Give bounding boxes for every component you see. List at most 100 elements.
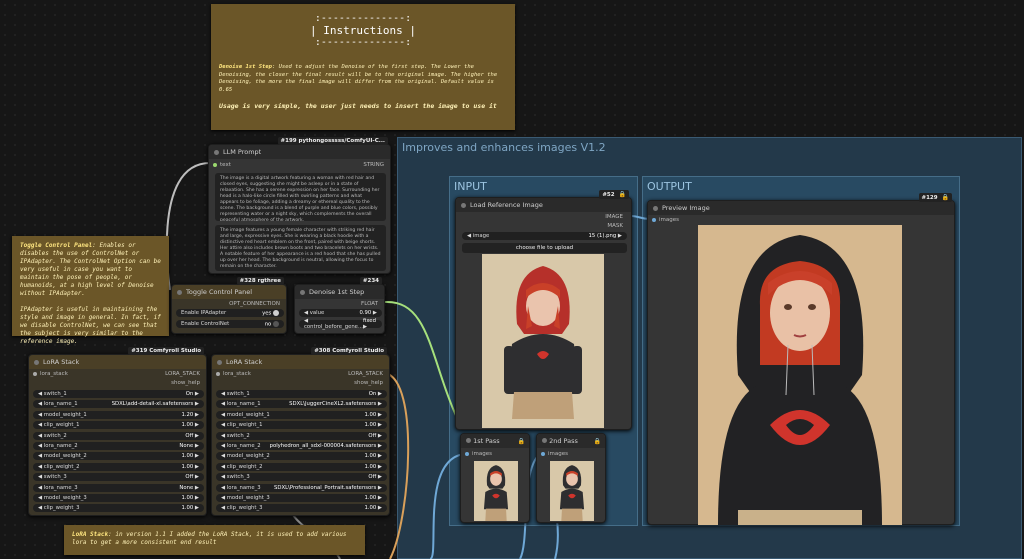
lora-widget-row[interactable]: ◀ switch_3 Off ▶: [33, 473, 204, 482]
toggle-control-note[interactable]: Toggle Control Panel: Enables or disable…: [12, 236, 169, 345]
lora-widget-label: lora_name_3: [43, 484, 78, 491]
lora-widget-label: lora_name_3: [226, 484, 261, 491]
load-output-mask[interactable]: MASK: [607, 223, 623, 229]
lora-widget-row[interactable]: ◀ switch_2 Off ▶: [33, 431, 204, 440]
lora-widget-row[interactable]: ◀ model_weight_1 1.00 ▶: [216, 410, 387, 419]
denoise-output-float[interactable]: FLOAT: [361, 301, 378, 307]
lora1-input[interactable]: lora_stack: [40, 371, 68, 377]
lora-widget-row[interactable]: ◀ lora_name_3 SDXL\Professional_Portrait.…: [216, 483, 387, 492]
lora-widget-label: lora_name_2: [43, 443, 78, 449]
lora-stack-node-1[interactable]: #319 Comfyroll Studio LoRA Stack lora_st…: [28, 347, 207, 516]
toggle-output-opt[interactable]: OPT_CONNECTION: [229, 301, 280, 307]
lora2-help[interactable]: show_help: [354, 380, 383, 386]
collapse-dot-icon[interactable]: [542, 438, 547, 443]
lora-widget-label: switch_3: [226, 474, 250, 481]
lora-widget-label: lora_name_1: [43, 401, 78, 408]
llm-input-text[interactable]: text: [220, 162, 231, 168]
lora-widget-row[interactable]: ◀ lora_name_1 SDXL\add-detail-xl.safetens…: [33, 400, 204, 409]
llm-text-area-1[interactable]: The image is a digital artwork featuring…: [215, 173, 386, 221]
enable-ipadapter-label: Enable IPAdapter: [181, 310, 227, 316]
lora-stack-node-2[interactable]: #308 Comfyroll Studio LoRA Stack lora_st…: [211, 347, 390, 516]
llm-prompt-node[interactable]: #199 pythongosssss/ComfyUI-C... LLM Prom…: [208, 137, 391, 274]
lora-widget-row[interactable]: ◀ clip_weight_3 1.00 ▶: [216, 504, 387, 513]
lora-widget-row[interactable]: ◀ clip_weight_1 1.00 ▶: [33, 421, 204, 430]
lora-stack-note[interactable]: LoRA Stack: in version 1.1 I added the L…: [64, 525, 365, 555]
second-pass-node[interactable]: 2nd Pass 🔒 images: [536, 433, 606, 523]
image-select[interactable]: ◀ image 15 (1).png ▶: [462, 232, 627, 240]
lock-icon[interactable]: 🔒: [594, 438, 601, 445]
load-output-image[interactable]: IMAGE: [605, 214, 623, 220]
denoise-node-title: Denoise 1st Step: [309, 288, 365, 296]
toggle-note-label: Toggle Control Panel: [20, 242, 93, 249]
lora-widget-row[interactable]: ◀ model_weight_1 1.20 ▶: [33, 410, 204, 419]
pass1-input[interactable]: images: [472, 451, 492, 457]
lora-widget-row[interactable]: ◀ switch_3 Off ▶: [216, 473, 387, 482]
collapse-dot-icon[interactable]: [217, 359, 222, 365]
denoise-1st-step-node[interactable]: #234 Denoise 1st Step FLOAT ◀ value 0.90…: [294, 277, 385, 334]
lora-widget-value: 1.00: [181, 453, 194, 460]
collapse-dot-icon[interactable]: [461, 202, 466, 208]
lora1-output[interactable]: LORA_STACK: [165, 371, 200, 377]
llm-output-string[interactable]: STRING: [363, 162, 384, 168]
toggle-note-text2: IPAdapter is useful in maintaining the s…: [20, 306, 161, 345]
load-reference-image-node[interactable]: #52 🔒 Load Reference Image IMAGE MASK ◀ …: [455, 190, 632, 430]
enable-controlnet-toggle[interactable]: Enable ControlNet no: [176, 320, 284, 328]
lora-widget-value: polyhedron_all_sdxl-000004.safetensors: [269, 443, 377, 449]
lora-widget-row[interactable]: ◀ model_weight_3 1.00 ▶: [33, 494, 204, 502]
image-select-label: image: [472, 233, 490, 239]
collapse-dot-icon[interactable]: [466, 438, 471, 443]
lora-widget-row[interactable]: ◀ switch_2 Off ▶: [216, 431, 387, 440]
lora-widget-row[interactable]: ◀ clip_weight_3 1.00 ▶: [33, 504, 204, 513]
collapse-dot-icon[interactable]: [653, 205, 658, 211]
lora-widget-row[interactable]: ◀ switch_1 On ▶: [33, 390, 204, 398]
llm-text-area-2[interactable]: The image features a young female charac…: [215, 225, 386, 271]
collapse-dot-icon[interactable]: [300, 289, 305, 295]
lora1-title: LoRA Stack: [43, 358, 80, 366]
pass2-input[interactable]: images: [548, 451, 568, 457]
toggle-control-panel-node[interactable]: #328 rgthree Toggle Control Panel OPT_CO…: [171, 277, 287, 334]
lora-widget-row[interactable]: ◀ model_weight_2 1.00 ▶: [33, 452, 204, 461]
lora-widget-row[interactable]: ◀ lora_name_3 None ▶: [33, 483, 204, 492]
reference-image: [482, 254, 604, 428]
collapse-dot-icon[interactable]: [177, 289, 182, 295]
first-pass-node[interactable]: 1st Pass 🔒 images: [460, 433, 530, 523]
lora-widget-row[interactable]: ◀ lora_name_2 None ▶: [33, 442, 204, 450]
lora2-input[interactable]: lora_stack: [223, 371, 251, 377]
lora-widget-label: model_weight_1: [226, 411, 270, 418]
lora-widget-row[interactable]: ◀ switch_1 On ▶: [216, 390, 387, 398]
lora-widget-row[interactable]: ◀ lora_name_2 polyhedron_all_sdxl-000004.…: [216, 442, 387, 450]
lora-widget-label: model_weight_1: [43, 411, 87, 418]
lora-widget-row[interactable]: ◀ model_weight_3 1.00 ▶: [216, 494, 387, 502]
lora-widget-label: switch_2: [43, 432, 67, 439]
lora-widget-row[interactable]: ◀ clip_weight_2 1.00 ▶: [216, 462, 387, 471]
denoise-value-value: 0.90: [359, 310, 372, 316]
output-group-title: OUTPUT: [647, 180, 692, 193]
preview-image-node[interactable]: #129 🔒 Preview Image images: [647, 193, 955, 525]
lora-widget-value: Off: [368, 432, 377, 439]
lora-widget-row[interactable]: ◀ clip_weight_2 1.00 ▶: [33, 462, 204, 471]
lora-widget-label: clip_weight_3: [43, 505, 80, 512]
pass1-title: 1st Pass: [473, 437, 500, 445]
denoise-value-widget[interactable]: ◀ value 0.90 ▶: [299, 309, 382, 317]
lora-widget-value: 1.00: [364, 463, 377, 470]
lora-widget-value: 1.00: [364, 411, 377, 418]
lora1-help[interactable]: show_help: [171, 380, 200, 386]
lora2-output[interactable]: LORA_STACK: [348, 371, 383, 377]
lock-icon[interactable]: 🔒: [518, 438, 525, 445]
collapse-dot-icon[interactable]: [214, 149, 219, 155]
lora-widget-row[interactable]: ◀ lora_name_1 SDXL\JuggerCineXL2.safetens…: [216, 400, 387, 409]
lora2-tag: #308 Comfyroll Studio: [311, 347, 387, 355]
control-before-generate-widget[interactable]: ◀ control_before_gene... fixed ▶: [299, 318, 382, 330]
collapse-dot-icon[interactable]: [34, 359, 39, 365]
lora-widget-label: switch_2: [226, 432, 250, 439]
instructions-note[interactable]: :--------------: | Instructions | :-----…: [211, 4, 515, 130]
lora-widget-row[interactable]: ◀ model_weight_2 1.00 ▶: [216, 452, 387, 461]
toggle-node-title: Toggle Control Panel: [186, 288, 253, 296]
preview-input[interactable]: images: [659, 217, 679, 223]
control-before-value: fixed: [363, 318, 376, 324]
instructions-banner-top: :--------------:: [314, 13, 412, 24]
choose-file-button[interactable]: choose file to upload: [462, 243, 627, 253]
main-group-title: Improves and enhances images V1.2: [402, 141, 606, 154]
enable-ipadapter-toggle[interactable]: Enable IPAdapter yes: [176, 309, 284, 317]
lora-widget-row[interactable]: ◀ clip_weight_1 1.00 ▶: [216, 421, 387, 430]
